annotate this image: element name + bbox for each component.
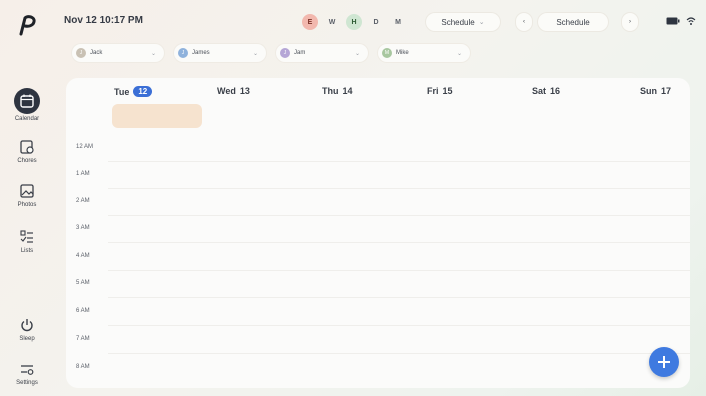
hour-gridline [108,188,690,189]
person-selector[interactable]: J James ⌄ [174,44,266,62]
day-date: 17 [661,86,672,96]
hour-label: 2 AM [76,198,90,204]
chevron-down-icon: ⌄ [354,50,360,57]
rail-label: Sleep [19,336,35,342]
chores-icon [18,138,36,156]
view-select-label: Schedule [441,17,475,27]
brand-logo-icon [19,15,36,36]
day-date: 14 [342,86,353,96]
day-header[interactable]: Sat 16 [532,86,560,96]
chevron-down-icon: ⌄ [456,50,462,57]
chevron-left-icon: ‹ [523,19,525,25]
day-of-week: Sat [532,86,547,96]
person-name: James [192,50,210,56]
settings-icon [18,360,36,378]
person-selector[interactable]: M Mike ⌄ [378,44,470,62]
day-of-week: Thu [322,86,339,96]
rail-label: Settings [16,380,38,386]
day-header[interactable]: Wed 13 [217,86,250,96]
calendar-icon [14,88,40,114]
rail-item-chores[interactable]: Chores [0,138,54,164]
all-day-event[interactable] [112,104,202,128]
day-of-week: Fri [427,86,439,96]
hour-label: 1 AM [76,171,90,177]
chevron-down-icon: ⌄ [150,50,156,57]
rail-label: Photos [17,202,37,208]
view-select[interactable]: Schedule ⌄ [426,13,500,31]
date-time: Nov 12 10:17 PM [64,15,143,26]
person-name: Jack [90,50,103,56]
view-filter-group: E W H D M [302,13,406,31]
power-icon [18,316,36,334]
day-date: 13 [239,86,250,96]
hour-gridline [108,297,690,298]
wifi-icon [686,17,696,25]
hour-gridline [108,270,690,271]
rail-item-settings[interactable]: Settings [0,360,54,386]
rail-label: Chores [17,158,37,164]
chevron-down-icon: ⌄ [252,50,258,57]
next-button[interactable]: › [622,13,638,31]
hour-label: 6 AM [76,308,90,314]
day-header[interactable]: Sun 17 [640,86,671,96]
day-date: 15 [442,86,453,96]
status-icons [666,16,696,26]
rail-item-photos[interactable]: Photos [0,182,54,208]
battery-icon [666,17,680,25]
rail-item-calendar[interactable]: Calendar [0,88,54,122]
day-date: 16 [550,86,561,96]
avatar: M [382,48,392,58]
day-header[interactable]: Thu 14 [322,86,353,96]
day-of-week: Sun [640,86,657,96]
avatar: J [76,48,86,58]
person-name: Jam [294,50,306,56]
hour-label: 3 AM [76,225,90,231]
schedule-button[interactable]: Schedule [538,13,608,31]
lists-icon [18,228,36,246]
avatar: J [280,48,290,58]
add-event-button[interactable] [649,347,679,377]
rail-label: Calendar [14,116,40,122]
chevron-down-icon: ⌄ [478,19,485,26]
filter-chip[interactable]: M [390,14,406,30]
navigation-rail: Calendar Chores Photos Lists Sleep Setti… [0,0,54,396]
hour-gridline [108,161,690,162]
photos-icon [18,182,36,200]
schedule-button-label: Schedule [556,17,590,27]
prev-button[interactable]: ‹ [516,13,532,31]
hour-label: 12 AM [76,144,94,150]
person-filter-row: J Jack ⌄ J James ⌄ J Jam ⌄ M Mike ⌄ [72,44,470,62]
filter-chip[interactable]: H [346,14,362,30]
plus-icon [658,356,670,368]
day-of-week: Wed [217,86,236,96]
rail-label: Lists [20,248,34,254]
today-date-badge: 12 [133,86,153,97]
day-header[interactable]: Tue 12 [114,86,153,97]
person-selector[interactable]: J Jam ⌄ [276,44,368,62]
hour-gridline [108,215,690,216]
hour-label: 8 AM [76,364,90,370]
hour-label: 4 AM [76,253,90,259]
top-bar: Nov 12 10:17 PM E W H D M Schedule ⌄ ‹ S… [64,10,696,34]
chevron-right-icon: › [629,19,631,25]
calendar-week-view: Tue 12 Wed 13 Thu 14 Fri 15 Sat 16 Sun 1… [66,78,690,388]
hour-gridline [108,353,690,354]
day-of-week: Tue [114,86,130,97]
rail-item-lists[interactable]: Lists [0,228,54,254]
person-name: Mike [396,50,409,56]
rail-item-sleep[interactable]: Sleep [0,316,54,342]
hour-label: 5 AM [76,280,90,286]
day-header[interactable]: Fri 15 [427,86,453,96]
avatar: J [178,48,188,58]
hour-label: 7 AM [76,336,90,342]
hour-gridline [108,325,690,326]
person-selector[interactable]: J Jack ⌄ [72,44,164,62]
filter-chip[interactable]: D [368,14,384,30]
hour-gridline [108,242,690,243]
filter-chip[interactable]: W [324,14,340,30]
filter-chip[interactable]: E [302,14,318,30]
